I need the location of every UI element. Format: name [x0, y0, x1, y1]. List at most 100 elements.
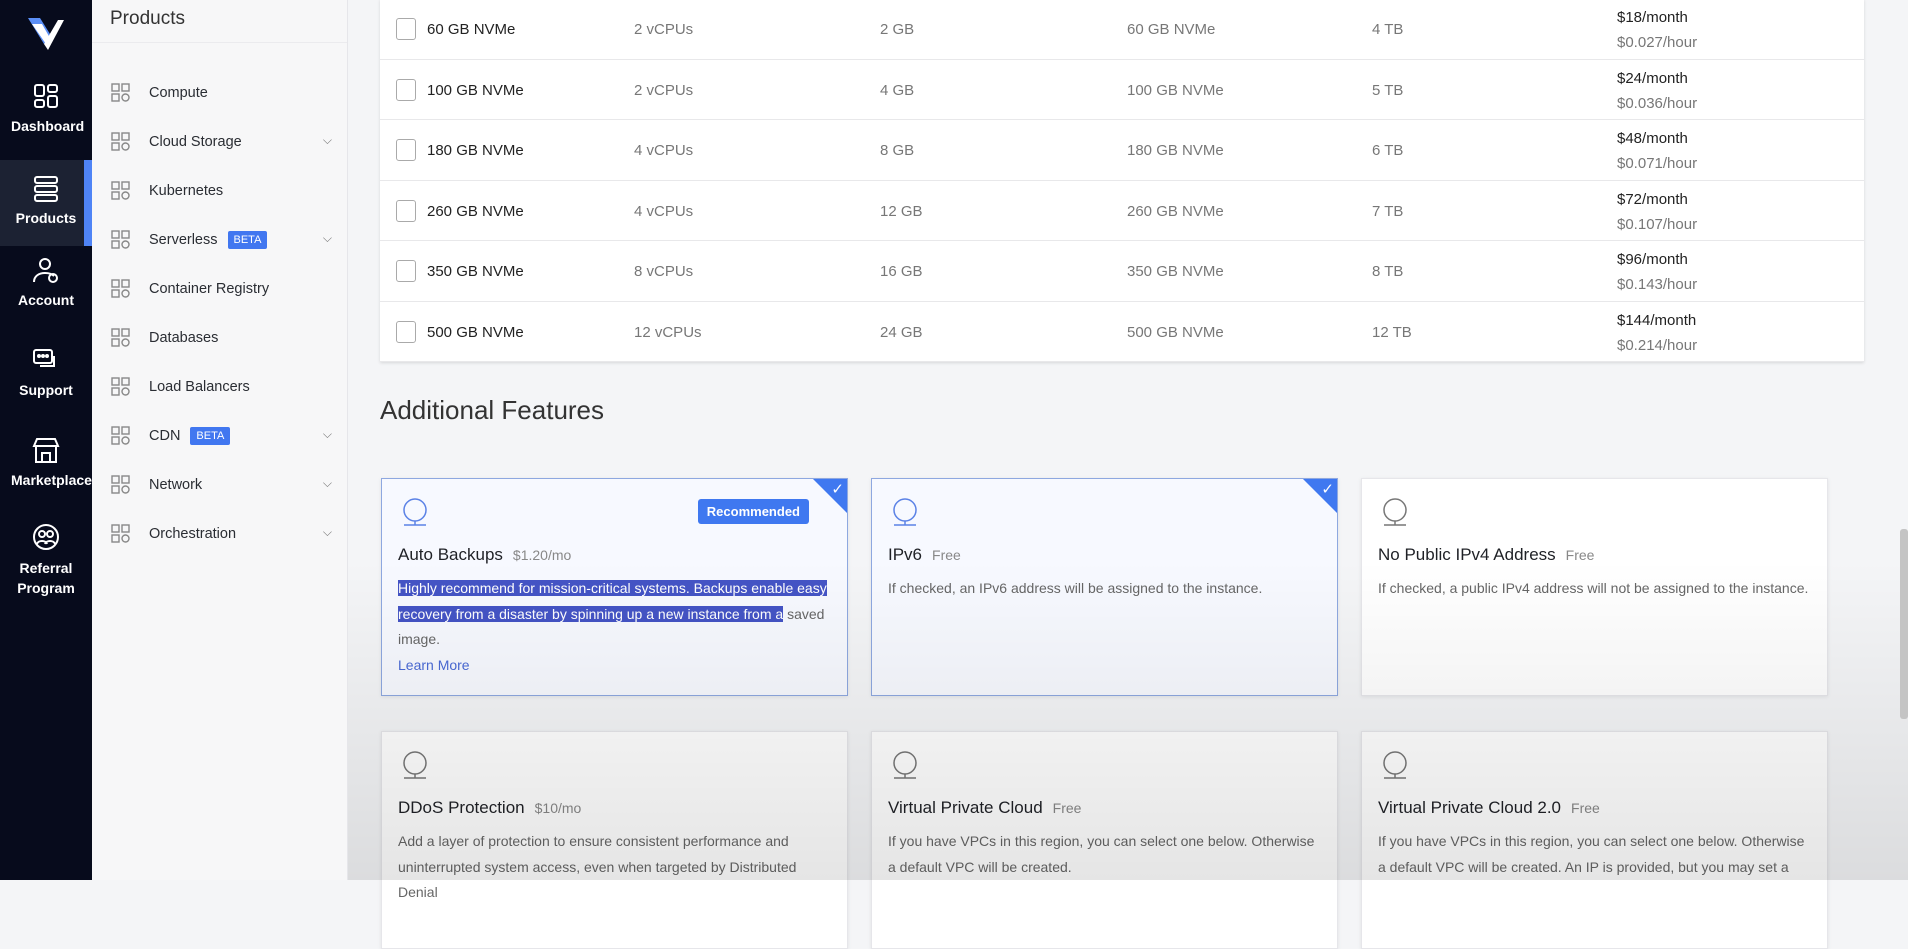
- plan-row[interactable]: 350 GB NVMe 8 vCPUs 16 GB 350 GB NVMe 8 TB $9…: [380, 241, 1864, 302]
- selected-text: Highly recommend for mission-critical sy…: [398, 580, 827, 622]
- product-label: Serverless: [149, 232, 218, 248]
- chip-icon: [396, 139, 416, 161]
- plan-month: $24/month: [1617, 69, 1688, 87]
- feature-description: If you have VPCs in this region, you can…: [1378, 829, 1811, 880]
- plan-hour: $0.107/hour: [1617, 215, 1698, 233]
- section-title: Additional Features: [380, 395, 605, 425]
- feature-name: Virtual Private Cloud 2.0: [1378, 798, 1562, 817]
- plan-ram: 8 GB: [880, 142, 915, 159]
- product-cloud-storage[interactable]: Cloud Storage ⌵: [110, 127, 332, 157]
- plan-month: $48/month: [1617, 130, 1688, 147]
- plan-hour: $0.036/hour: [1617, 94, 1698, 112]
- nav-referral-program[interactable]: Referral Program: [0, 522, 92, 598]
- chevron-down-icon[interactable]: ⌵: [323, 427, 332, 442]
- product-icon: [111, 328, 130, 347]
- nav-support[interactable]: Support: [0, 346, 92, 398]
- product-label: Compute: [149, 85, 208, 101]
- product-icon: [111, 83, 130, 102]
- feature-icon: [1383, 751, 1407, 779]
- feature-name: DDoS Protection: [398, 798, 525, 817]
- product-label: Load Balancers: [149, 379, 250, 395]
- plan-month: $96/month: [1617, 251, 1688, 268]
- product-label: CDN: [149, 428, 181, 444]
- nav-marketplace[interactable]: Marketplace: [0, 436, 92, 488]
- plan-bw: 12 TB: [1372, 323, 1412, 341]
- feature-name: Auto Backups: [398, 545, 503, 564]
- feature-card-virtual-private-cloud-2-0[interactable]: Virtual Private Cloud 2.0 Free If you have…: [1361, 731, 1828, 949]
- beta-badge: BETA: [190, 427, 231, 445]
- plan-row[interactable]: 500 GB NVMe 12 vCPUs 24 GB 500 GB NVMe 12 TB…: [380, 302, 1864, 362]
- products-panel: Products Compute Cloud Storage ⌵ Kubernetes…: [92, 0, 348, 880]
- plan-storage: 180 GB NVMe: [1127, 142, 1224, 159]
- product-icon: [111, 279, 130, 298]
- nav-products[interactable]: Products: [0, 160, 92, 246]
- learn-more-link[interactable]: Learn More: [398, 657, 470, 673]
- plan-storage: 500 GB NVMe: [1127, 323, 1224, 341]
- chip-icon: [396, 199, 416, 222]
- plan-bw: 6 TB: [1372, 142, 1404, 159]
- product-kubernetes[interactable]: Kubernetes: [110, 176, 332, 206]
- plan-row[interactable]: 60 GB NVMe 2 vCPUs 2 GB 60 GB NVMe 4 TB $18/m…: [380, 0, 1864, 60]
- account-icon: [33, 258, 58, 283]
- product-icon: [111, 181, 130, 200]
- plan-bw: 8 TB: [1372, 263, 1404, 280]
- nav-account[interactable]: Account: [0, 256, 92, 308]
- feature-name: Virtual Private Cloud: [888, 798, 1043, 817]
- main-nav-rail: Dashboard Products Account Support Marketpla…: [0, 0, 92, 880]
- scrollbar[interactable]: [1900, 529, 1908, 719]
- plan-row[interactable]: 100 GB NVMe 2 vCPUs 4 GB 100 GB NVMe 5 TB $24…: [380, 60, 1864, 120]
- feature-card-ipv6[interactable]: IPv6 Free If checked, an IPv6 address will…: [871, 478, 1338, 696]
- product-label: Container Registry: [149, 281, 270, 297]
- product-icon: [111, 230, 130, 249]
- product-label: Network: [149, 477, 203, 493]
- plan-name: 60 GB NVMe: [427, 21, 516, 38]
- store-icon: [32, 438, 60, 463]
- plan-name: 100 GB NVMe: [427, 81, 524, 99]
- plan-month: $72/month: [1617, 190, 1688, 208]
- plan-ram: 4 GB: [880, 81, 915, 99]
- product-compute[interactable]: Compute: [110, 78, 332, 108]
- plan-ram: 24 GB: [880, 323, 923, 341]
- feature-description: If checked, an IPv6 address will be assi…: [888, 576, 1321, 602]
- chevron-down-icon[interactable]: ⌵: [323, 133, 332, 148]
- product-databases[interactable]: Databases: [110, 323, 332, 353]
- product-cdn[interactable]: CDN BETA ⌵: [110, 421, 332, 451]
- product-load-balancers[interactable]: Load Balancers: [110, 372, 332, 402]
- plan-row[interactable]: 260 GB NVMe 4 vCPUs 12 GB 260 GB NVMe 7 TB $7…: [380, 181, 1864, 241]
- plan-row[interactable]: 180 GB NVMe 4 vCPUs 8 GB 180 GB NVMe 6 TB $48…: [380, 120, 1864, 181]
- plan-storage: 100 GB NVMe: [1127, 81, 1224, 99]
- product-orchestration[interactable]: Orchestration ⌵: [110, 519, 332, 549]
- feature-card-ddos-protection[interactable]: DDoS Protection $10/mo Add a layer of prot…: [381, 731, 848, 949]
- feature-card-virtual-private-cloud[interactable]: Virtual Private Cloud Free If you have VPC…: [871, 731, 1338, 949]
- feature-card-auto-backups[interactable]: Auto Backups $1.20/mo Highly recommend for…: [381, 478, 848, 696]
- feature-description: Highly recommend for mission-critical sy…: [398, 576, 831, 653]
- plan-ram: 2 GB: [880, 21, 915, 38]
- feature-icon: [1383, 498, 1407, 526]
- chevron-down-icon[interactable]: ⌵: [323, 231, 332, 246]
- description-text: Add a layer of protection to ensure cons…: [398, 833, 797, 900]
- plan-ram: 12 GB: [880, 202, 923, 220]
- plan-cpu: 4 vCPUs: [634, 202, 694, 220]
- plan-name: 260 GB NVMe: [427, 202, 524, 220]
- plan-cpu: 4 vCPUs: [634, 142, 694, 159]
- vultr-logo[interactable]: [24, 14, 68, 54]
- plan-cpu: 2 vCPUs: [634, 21, 694, 38]
- feature-title: Auto Backups $1.20/mo: [398, 545, 571, 565]
- chevron-down-icon[interactable]: ⌵: [323, 476, 332, 491]
- product-container-registry[interactable]: Container Registry: [110, 274, 332, 304]
- product-network[interactable]: Network ⌵: [110, 470, 332, 500]
- feature-title: No Public IPv4 Address Free: [1378, 545, 1594, 565]
- feature-title: Virtual Private Cloud Free: [888, 798, 1081, 818]
- plan-hour: $0.071/hour: [1617, 155, 1698, 172]
- plan-bw: 4 TB: [1372, 21, 1404, 38]
- divider: [92, 42, 347, 43]
- feature-price: Free: [932, 547, 961, 563]
- product-serverless[interactable]: Serverless BETA ⌵: [110, 225, 332, 255]
- feature-card-no-public-ipv4-address[interactable]: No Public IPv4 Address Free If checked, a …: [1361, 478, 1828, 696]
- plan-storage: 60 GB NVMe: [1127, 21, 1216, 38]
- chevron-down-icon[interactable]: ⌵: [323, 525, 332, 540]
- product-icon: [111, 475, 130, 494]
- checkmark-icon: ✓: [831, 481, 844, 498]
- nav-dashboard[interactable]: Dashboard: [0, 82, 92, 134]
- plan-month: $144/month: [1617, 311, 1697, 329]
